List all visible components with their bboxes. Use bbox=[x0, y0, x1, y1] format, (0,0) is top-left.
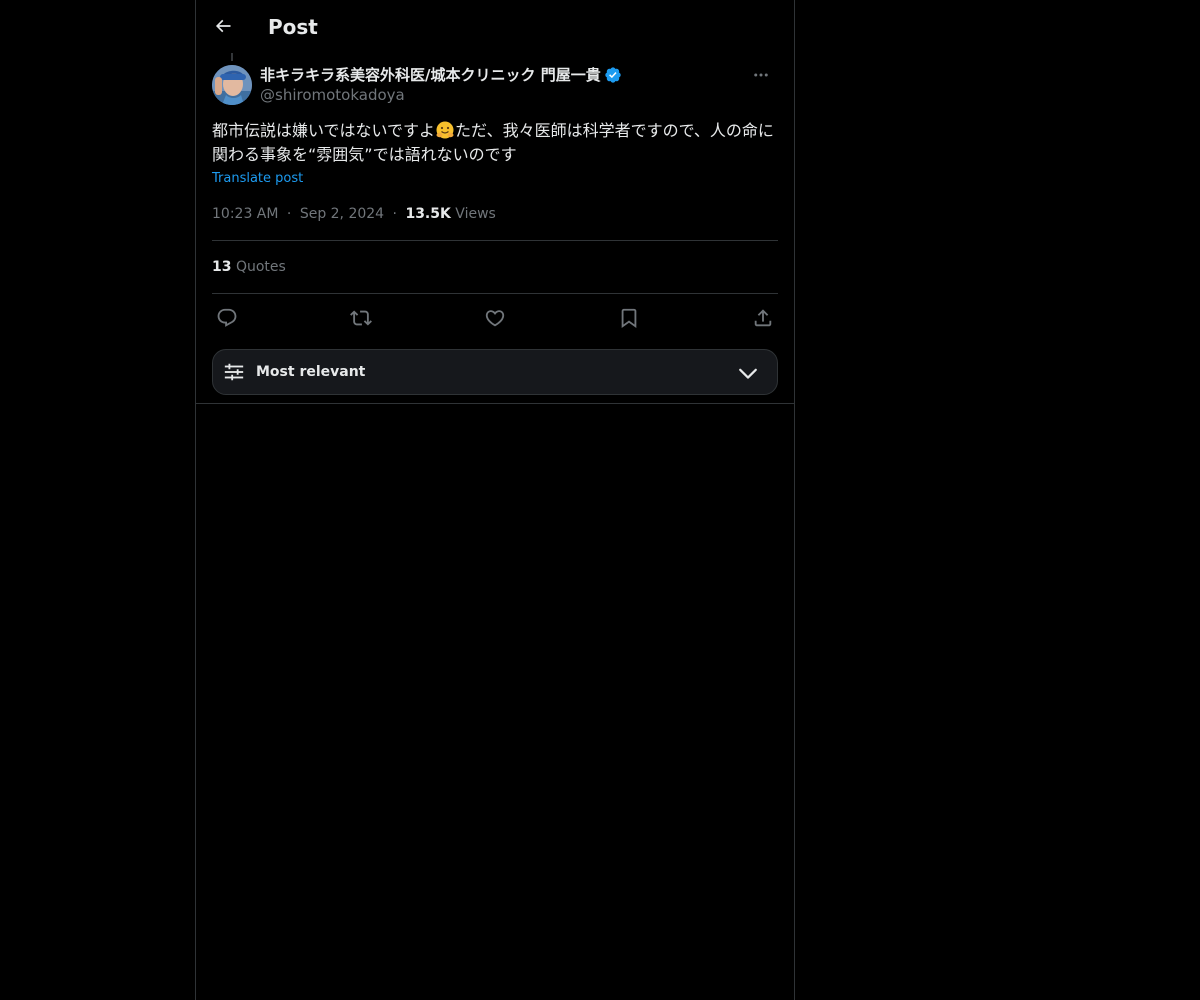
views-label: Views bbox=[455, 206, 496, 222]
repost-button[interactable] bbox=[346, 304, 376, 332]
arrow-left-icon bbox=[215, 19, 231, 33]
bookmark-icon bbox=[621, 308, 637, 329]
more-options-button[interactable] bbox=[744, 64, 778, 86]
page-title: Post bbox=[268, 15, 318, 39]
quotes-count: 13 bbox=[212, 259, 232, 275]
bookmark-button[interactable] bbox=[614, 304, 644, 332]
like-button[interactable] bbox=[480, 304, 510, 332]
post-text: 都市伝説は嫌いではないですよ ただ、我々医師は科学者ですので、人の命に関わる事象… bbox=[212, 119, 778, 167]
divider bbox=[212, 293, 778, 294]
divider bbox=[212, 240, 778, 241]
translate-post-link[interactable]: Translate post bbox=[212, 170, 303, 188]
author-name-row: 非キラキラ系美容外科医/城本クリニック 門屋一貴 bbox=[260, 64, 622, 86]
meta-separator: · bbox=[286, 206, 292, 222]
verified-badge-icon bbox=[605, 67, 621, 83]
share-icon bbox=[754, 309, 772, 327]
post-time[interactable]: 10:23 AM bbox=[212, 206, 278, 222]
author-name[interactable]: 非キラキラ系美容外科医/城本クリニック 門屋一貴 bbox=[260, 65, 601, 85]
thread-line bbox=[231, 53, 233, 61]
chevron-down-icon bbox=[739, 368, 757, 379]
sort-label: Most relevant bbox=[256, 364, 366, 380]
post-meta: 10:23 AM · Sep 2, 2024 · 13.5K Views bbox=[212, 204, 496, 224]
reply-icon bbox=[217, 308, 237, 327]
quotes-label: Quotes bbox=[235, 259, 286, 275]
sort-replies-dropdown[interactable]: Most relevant bbox=[212, 349, 778, 395]
reply-button[interactable] bbox=[212, 304, 242, 332]
views-count: 13.5K bbox=[405, 206, 451, 222]
repost-icon bbox=[350, 310, 372, 326]
back-button[interactable] bbox=[206, 9, 240, 43]
page-header: Post bbox=[196, 0, 794, 53]
more-horizontal-icon bbox=[754, 73, 768, 77]
share-button[interactable] bbox=[748, 304, 778, 332]
hugging-face-emoji bbox=[436, 121, 454, 139]
quotes-link[interactable]: 13 Quotes bbox=[212, 257, 286, 277]
post-date[interactable]: Sep 2, 2024 bbox=[300, 206, 384, 222]
main-column: Post 非キラキラ系美容外科医/城本クリニック 門屋一貴 @shiromoto… bbox=[195, 0, 795, 1000]
meta-separator-2: · bbox=[392, 206, 397, 222]
author-handle[interactable]: @shiromotokadoya bbox=[260, 85, 405, 105]
heart-icon bbox=[485, 310, 505, 327]
avatar[interactable] bbox=[212, 65, 252, 105]
post-text-part1: 都市伝説は嫌いではないですよ bbox=[212, 121, 436, 140]
avatar-image bbox=[212, 65, 252, 105]
post-actions bbox=[212, 304, 778, 332]
sliders-icon bbox=[224, 363, 244, 381]
section-divider bbox=[196, 403, 794, 404]
